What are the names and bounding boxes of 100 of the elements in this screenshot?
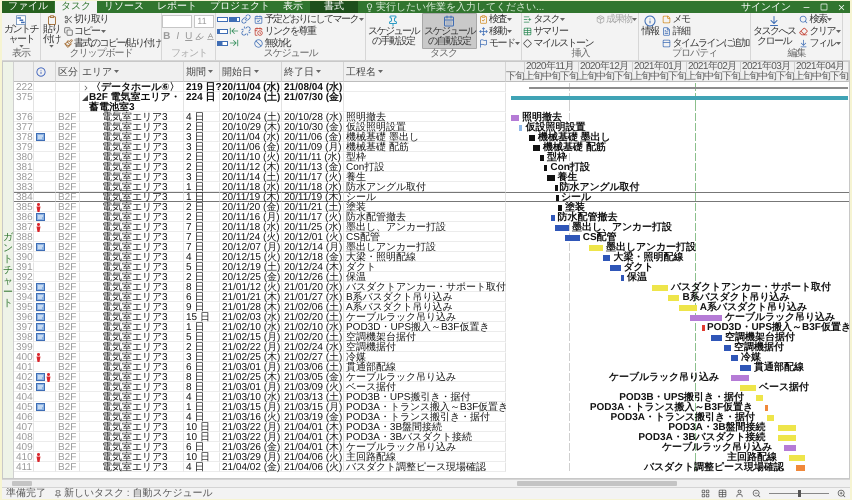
expand-toggle-icon[interactable]: [82, 84, 90, 92]
ribbon-button[interactable]: マイルストーン: [522, 37, 594, 49]
table-cell: 9 日: [184, 302, 220, 312]
ribbon-button[interactable]: スケジュールの手動設定: [366, 13, 421, 49]
gantt-bar[interactable]: [533, 145, 540, 151]
ribbon-button[interactable]: サマリー: [522, 25, 594, 37]
ribbon-tab[interactable]: ファイル: [2, 1, 54, 13]
ribbon-tab[interactable]: プロジェクト: [204, 1, 276, 13]
progress-bar-icon[interactable]: [228, 14, 240, 24]
table-cell: B2F: [56, 222, 80, 232]
collapse-toggle-icon[interactable]: [82, 95, 88, 101]
row-number: 390: [14, 252, 34, 262]
ribbon-button[interactable]: クリア: [798, 25, 842, 37]
row-number: 396: [14, 312, 34, 322]
ribbon-tab[interactable]: レポート: [151, 1, 203, 13]
ribbon-button[interactable]: 切り取り: [63, 13, 162, 25]
progress-bar-icon[interactable]: [216, 14, 228, 24]
new-task-mode[interactable]: 新しいタスク : 自動スケジュール: [54, 488, 212, 498]
caret-icon: [560, 18, 565, 20]
close-icon[interactable]: [837, 2, 846, 12]
maximize-icon[interactable]: [820, 3, 828, 11]
bar-label: 冷媒: [740, 353, 761, 363]
figure-icon: [36, 453, 41, 462]
ribbon-button[interactable]: フィル: [798, 37, 842, 49]
note-icon: [36, 283, 45, 291]
table-cell: 7 日: [184, 242, 220, 252]
zoom-thumb[interactable]: [798, 490, 801, 497]
gantt-bar[interactable]: [554, 225, 569, 231]
zoom-in-icon[interactable]: [837, 489, 846, 498]
table-cell: ベース据付: [344, 382, 506, 392]
ribbon-button[interactable]: タスクへスクロール: [750, 13, 798, 49]
table-cell: 2 日: [184, 272, 220, 282]
table-cell: 21/03/09 (火): [282, 382, 344, 392]
calendar-clock-icon: [254, 26, 264, 36]
gantt-bar[interactable]: [556, 195, 560, 201]
row-number: 408: [14, 432, 34, 442]
bar-label: CS配管: [582, 233, 617, 243]
ribbon-tab[interactable]: タスク: [55, 1, 97, 13]
zoom-out-icon[interactable]: [752, 489, 761, 498]
row-number: 395: [14, 302, 34, 312]
bar-label: ケーブルラック吊り込み: [609, 373, 719, 383]
ribbon-button[interactable]: 予定どおりにしてマーク: [253, 13, 365, 25]
clipboard-check-icon: [478, 14, 488, 24]
ribbon-tab[interactable]: リソース: [98, 1, 150, 13]
ribbon-button[interactable]: メモ: [661, 13, 750, 25]
ribbon-button[interactable]: 書式のコピー/貼り付け: [63, 37, 162, 49]
info-icon: [36, 66, 46, 76]
table-cell: 20/12/26 (土): [282, 272, 344, 282]
view-icon[interactable]: [701, 489, 710, 498]
gantt-bar[interactable]: [544, 165, 548, 171]
search-field[interactable]: 実行したい作業を入力してください...: [376, 0, 544, 14]
ribbon-button[interactable]: タスク: [522, 13, 594, 25]
row-number: 409: [14, 442, 34, 452]
ribbon-tab[interactable]: 表示: [277, 1, 309, 13]
table-cell: 2 日: [184, 342, 220, 352]
gantt-bar[interactable]: [603, 255, 610, 261]
row-number: 388: [14, 232, 34, 242]
table-cell: 20/12/19 (土): [220, 262, 282, 272]
period-label: 上旬: [632, 72, 650, 82]
ribbon-button[interactable]: 貼り付け: [41, 13, 62, 49]
ribbon-tab[interactable]: 書式: [310, 1, 358, 13]
ribbon-button[interactable]: 検査: [478, 13, 522, 25]
ribbon-button[interactable]: 情報: [639, 13, 660, 49]
gantt-bar[interactable]: [620, 275, 624, 281]
ribbon-button[interactable]: 検索: [798, 13, 842, 25]
resource-view-icon[interactable]: [735, 489, 744, 498]
progress-bar-icon[interactable]: [216, 38, 228, 48]
table-cell: 20/11/20 (金): [220, 202, 282, 212]
table-cell: 防水アングル取付: [344, 182, 506, 192]
column-header[interactable]: 工程名: [346, 64, 376, 78]
group-label: フォント: [170, 49, 207, 59]
gantt-bar[interactable]: [554, 185, 558, 191]
table-cell: B2F: [56, 132, 80, 142]
ribbon-button[interactable]: 移動: [478, 25, 522, 37]
ribbon-button[interactable]: ガントチャート: [2, 13, 40, 49]
table-cell: 電気室エリア3: [102, 193, 168, 203]
table-cell: 20/11/04 (水): [220, 132, 282, 142]
table-view-icon[interactable]: [718, 489, 727, 498]
ribbon-button[interactable]: コピー: [63, 25, 162, 37]
table-cell: POD3D・UPS搬入～B3F仮置き: [344, 322, 506, 332]
font-name-field[interactable]: [162, 15, 192, 28]
sign-in-link[interactable]: サインイン: [735, 1, 797, 13]
ribbon-button[interactable]: 無効化: [253, 37, 365, 49]
table-cell: B2F: [56, 312, 80, 322]
table-cell: ダクト: [344, 262, 506, 272]
sticky-note-icon: [662, 14, 672, 24]
ribbon-button[interactable]: 詳細: [661, 25, 750, 37]
table-cell: 20/12/15 (火): [220, 252, 282, 262]
ribbon-button[interactable]: タイムラインに追加: [661, 37, 750, 49]
progress-bar-icon[interactable]: [216, 26, 228, 36]
ribbon-button[interactable]: モード: [478, 37, 522, 49]
table-cell: 20/11/06 (金): [220, 142, 282, 152]
ribbon-button[interactable]: スケジュールの自動設定: [422, 13, 477, 49]
unlink-icon: [241, 26, 252, 36]
caret-icon: [49, 45, 54, 48]
table-cell: 電気室エリア3: [102, 273, 168, 283]
ribbon-button[interactable]: リンクを尊重: [253, 25, 365, 37]
table-cell: 21/04/01 (木): [282, 432, 344, 442]
row-number: 387: [14, 222, 34, 232]
table-cell: 電気室エリア3: [102, 383, 168, 393]
